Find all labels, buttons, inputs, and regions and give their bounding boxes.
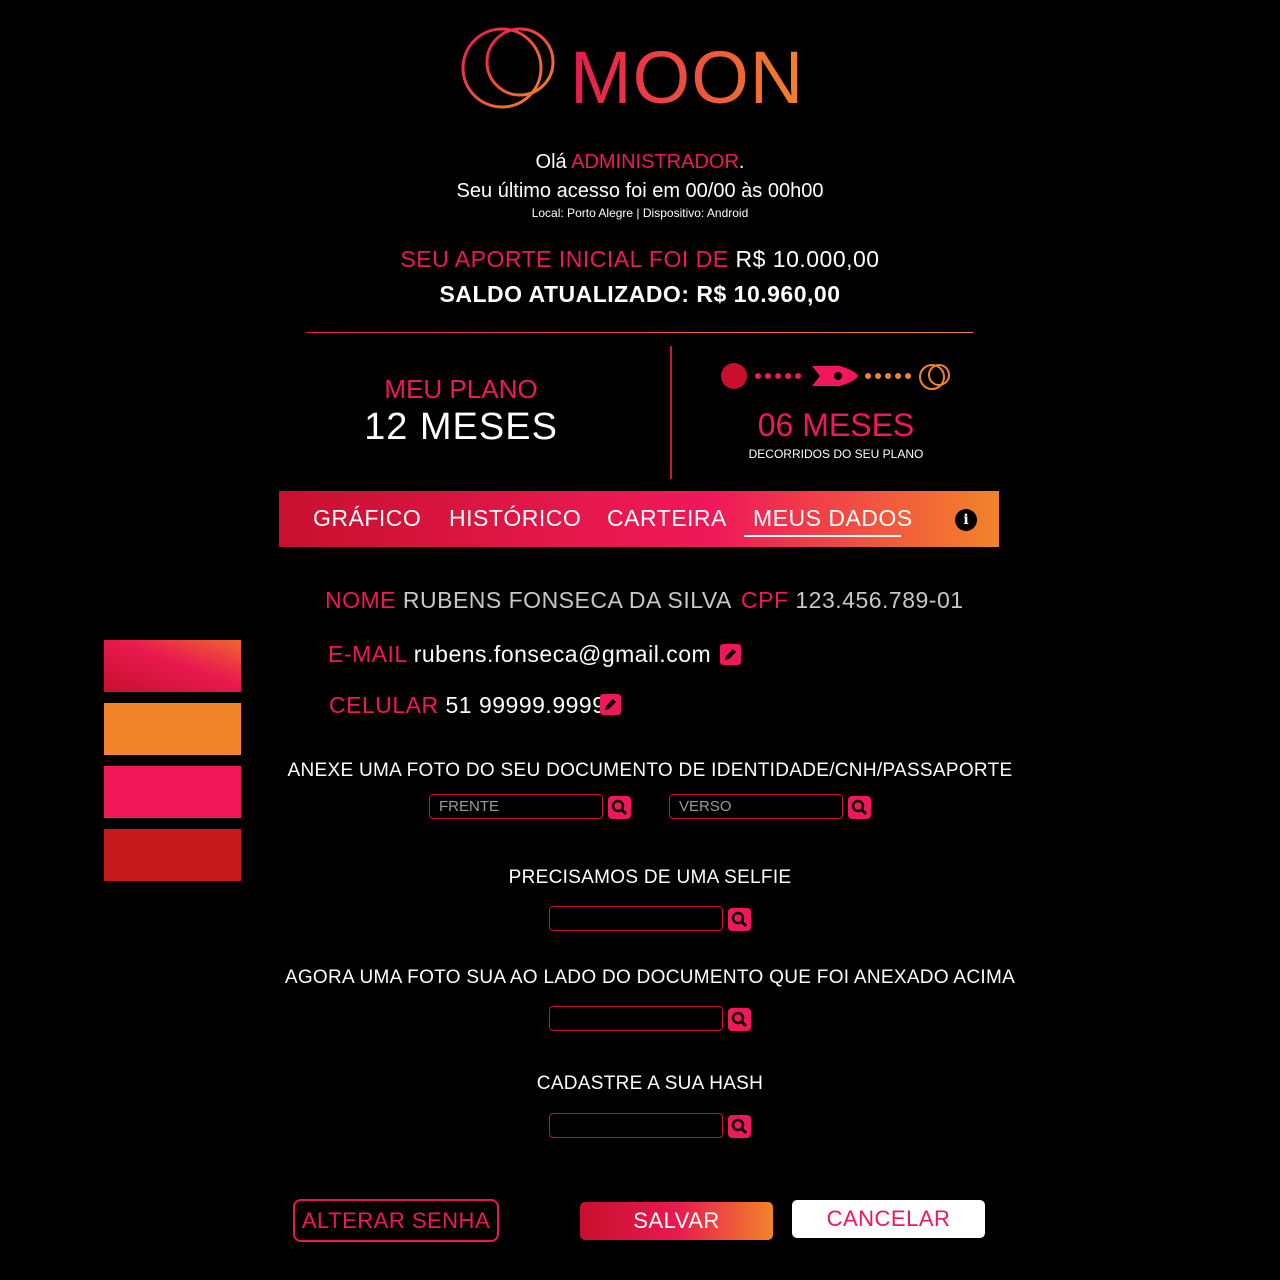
progress-start-dot: [721, 363, 747, 389]
phone-label: CELULAR: [329, 692, 439, 718]
phone-value: 51 99999.9999: [445, 692, 606, 718]
divider: [306, 332, 973, 333]
cancel-button[interactable]: CANCELAR: [792, 1200, 985, 1238]
progress-dots-right: [865, 373, 911, 379]
hash-field[interactable]: [549, 1113, 723, 1138]
tab-historico[interactable]: HISTÓRICO: [449, 505, 581, 532]
back-search-icon[interactable]: [848, 796, 871, 819]
cpf-value: 123.456.789-01: [795, 587, 964, 613]
info-icon[interactable]: i: [955, 509, 977, 531]
hash-label: CADASTRE A SUA HASH: [536, 1073, 764, 1094]
plan-progress: [721, 363, 950, 390]
progress-dots-left: [755, 373, 801, 379]
photo-with-document-label: AGORA UMA FOTO SUA AO LADO DO DOCUMENTO …: [284, 967, 1016, 988]
edit-email-icon[interactable]: [720, 644, 741, 665]
moon-logo-icon: [461, 27, 555, 109]
document-upload-label: ANEXE UMA FOTO DO SEU DOCUMENTO DE IDENT…: [287, 760, 1013, 781]
vertical-divider: [670, 346, 672, 479]
plan-label: MEU PLANO: [384, 374, 538, 404]
greeting-user: ADMINISTRADOR: [571, 151, 739, 173]
name-label: NOME: [325, 587, 396, 613]
updated-balance: SALDO ATUALIZADO: R$ 10.960,00: [439, 281, 841, 307]
aporte-label: SEU APORTE INICIAL FOI DE: [400, 246, 729, 272]
name-value: RUBENS FONSECA DA SILVA: [402, 587, 732, 613]
last-access: Seu último acesso foi em 00/00 às 00h00: [456, 180, 824, 202]
tab-meus-dados[interactable]: MEUS DADOS: [753, 505, 913, 532]
phone-row: CELULAR 51 99999.9999: [329, 692, 606, 719]
moon-logo: MOON: [458, 24, 803, 118]
progress-end-moon-icon: [919, 364, 950, 390]
greeting-hello: Olá: [535, 151, 567, 173]
tab-carteira[interactable]: CARTEIRA: [607, 505, 727, 532]
access-location: Local: Porto Alegre | Dispositivo: Andro…: [531, 206, 749, 220]
cpf-row: CPF 123.456.789-01: [741, 587, 964, 614]
greeting: Olá ADMINISTRADOR.: [0, 151, 1280, 174]
front-search-icon[interactable]: [608, 796, 631, 819]
save-button[interactable]: SALVAR: [580, 1202, 773, 1240]
selfie-search-icon[interactable]: [728, 908, 751, 931]
aporte-value: R$ 10.000,00: [735, 246, 880, 272]
name-row: NOME RUBENS FONSECA DA SILVA: [325, 587, 732, 614]
rocket-icon: [812, 366, 858, 386]
greeting-period: .: [738, 151, 745, 173]
selfie-label: PRECISAMOS DE UMA SELFIE: [508, 867, 792, 888]
email-row: E-MAIL rubens.fonseca@gmail.com: [328, 641, 711, 668]
selfie-upload-field[interactable]: [549, 906, 723, 931]
email-label: E-MAIL: [328, 641, 407, 667]
color-swatch-orange: [104, 703, 241, 755]
active-tab-indicator: [744, 535, 901, 537]
change-password-button[interactable]: ALTERAR SENHA: [293, 1199, 499, 1242]
photo-with-document-upload-field[interactable]: [549, 1006, 723, 1031]
front-upload-field[interactable]: FRENTE: [429, 794, 603, 819]
photo-search-icon[interactable]: [728, 1008, 751, 1031]
cpf-label: CPF: [741, 587, 789, 613]
email-value: rubens.fonseca@gmail.com: [413, 641, 712, 667]
tab-grafico[interactable]: GRÁFICO: [313, 505, 421, 532]
initial-contribution: SEU APORTE INICIAL FOI DE R$ 10.000,00: [0, 246, 1280, 273]
plan-value: 12 MESES: [364, 406, 558, 448]
color-swatch-gradient: [104, 640, 241, 692]
brand-name: MOON: [570, 36, 805, 119]
elapsed-note: DECORRIDOS DO SEU PLANO: [748, 447, 924, 461]
tab-bar: GRÁFICO HISTÓRICO CARTEIRA MEUS DADOS i: [279, 491, 999, 547]
hash-search-icon[interactable]: [728, 1115, 751, 1138]
elapsed-months: 06 MESES: [757, 407, 915, 443]
back-upload-field[interactable]: VERSO: [669, 794, 843, 819]
edit-phone-icon[interactable]: [600, 694, 621, 715]
